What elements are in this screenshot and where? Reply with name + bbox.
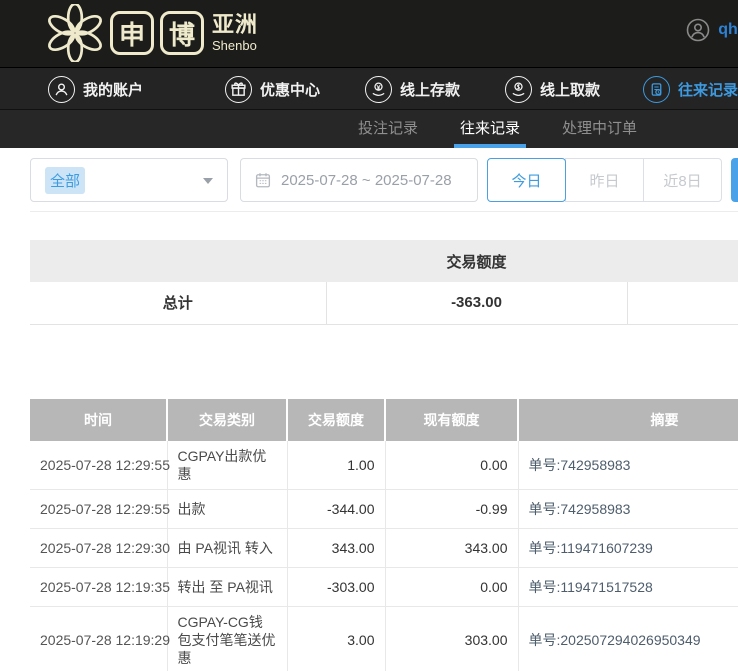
nav-item-label: 线上存款 <box>400 79 460 100</box>
col-header-balance: 现有额度 <box>385 399 518 441</box>
chevron-down-icon <box>203 178 213 184</box>
cell-time: 2025-07-28 12:29:30 <box>30 528 167 567</box>
summary-table: 交易额度 总计 -363.00 <box>30 240 738 325</box>
nav-item-label: 优惠中心 <box>260 79 320 100</box>
cell-summary: 单号:119471517528 <box>518 567 738 606</box>
site-header: 申 博 亚洲 Shenbo qhhw <box>0 0 738 68</box>
cell-type: CGPAY出款优惠 <box>167 441 287 490</box>
nav-item-promotions[interactable]: 优惠中心 <box>225 68 320 110</box>
cell-time: 2025-07-28 12:29:55 <box>30 489 167 528</box>
cell-balance: -0.99 <box>385 489 518 528</box>
summary-total-label: 总计 <box>30 282 326 324</box>
flower-logo-icon <box>46 4 104 62</box>
logo-char-shen: 申 <box>110 11 154 55</box>
records-table-body: 2025-07-28 12:29:55 CGPAY出款优惠 1.00 0.00 … <box>30 441 738 671</box>
username-label: qhhw <box>718 21 738 39</box>
filter-bar: 全部 2025-07-28 ~ 2025-07-28 今日 昨日 近8日 <box>30 158 738 202</box>
cell-balance: 343.00 <box>385 528 518 567</box>
summary-header-row: 交易额度 <box>30 240 738 282</box>
withdraw-coin-icon <box>505 76 532 103</box>
cell-amount: -303.00 <box>287 567 385 606</box>
yesterday-button[interactable]: 昨日 <box>565 158 644 202</box>
quick-date-buttons: 今日 昨日 近8日 <box>487 158 722 202</box>
summary-total-row: 总计 -363.00 <box>30 282 738 324</box>
table-row: 2025-07-28 12:29:30 由 PA视讯 转入 343.00 343… <box>30 528 738 567</box>
cell-time: 2025-07-28 12:19:29 <box>30 606 167 671</box>
cell-time: 2025-07-28 12:29:55 <box>30 441 167 490</box>
table-row: 2025-07-28 12:19:35 转出 至 PA视讯 -303.00 0.… <box>30 567 738 606</box>
cell-time: 2025-07-28 12:19:35 <box>30 567 167 606</box>
col-header-time: 时间 <box>30 399 167 441</box>
nav-item-my-account[interactable]: 我的账户 <box>48 68 143 110</box>
nav-item-label: 我的账户 <box>83 79 143 100</box>
cell-type: CGPAY-CG钱包支付笔笔送优惠 <box>167 606 287 671</box>
last-8-days-button[interactable]: 近8日 <box>643 158 722 202</box>
table-row: 2025-07-28 12:29:55 出款 -344.00 -0.99 单号:… <box>30 489 738 528</box>
deposit-coin-icon <box>365 76 392 103</box>
nav-item-transaction-records[interactable]: 往来记录 <box>643 68 738 110</box>
brand-logo[interactable]: 申 博 亚洲 Shenbo <box>46 4 258 62</box>
cell-summary: 单号:119471607239 <box>518 528 738 567</box>
cell-amount: 343.00 <box>287 528 385 567</box>
main-nav: 我的账户 优惠中心 线上存款 线上取款 往来记录 <box>0 68 738 110</box>
col-header-amount: 交易额度 <box>287 399 385 441</box>
cell-balance: 0.00 <box>385 567 518 606</box>
logo-region: 亚洲 Shenbo <box>212 14 258 52</box>
category-select[interactable]: 全部 <box>30 158 228 202</box>
cell-balance: 303.00 <box>385 606 518 671</box>
tab-betting-records[interactable]: 投注记录 <box>352 110 424 148</box>
cell-amount: 3.00 <box>287 606 385 671</box>
tab-processing-orders[interactable]: 处理中订单 <box>556 110 643 148</box>
sub-nav: 投注记录 往来记录 处理中订单 <box>0 110 738 148</box>
date-range-input[interactable]: 2025-07-28 ~ 2025-07-28 <box>240 158 478 202</box>
cell-amount: -344.00 <box>287 489 385 528</box>
summary-header-empty <box>627 240 738 282</box>
cell-type: 出款 <box>167 489 287 528</box>
cell-balance: 0.00 <box>385 441 518 490</box>
summary-total-value: -363.00 <box>326 282 627 324</box>
cell-summary: 单号:742958983 <box>518 441 738 490</box>
logo-char-bo: 博 <box>160 11 204 55</box>
calendar-icon <box>254 171 272 189</box>
user-avatar-icon <box>686 18 710 42</box>
cell-type: 由 PA视讯 转入 <box>167 528 287 567</box>
summary-header-amount: 交易额度 <box>326 240 627 282</box>
logo-region-en: Shenbo <box>212 39 258 52</box>
nav-item-withdraw[interactable]: 线上取款 <box>505 68 600 110</box>
nav-item-deposit[interactable]: 线上存款 <box>365 68 460 110</box>
records-header-row: 时间 交易类别 交易额度 现有额度 摘要 <box>30 399 738 441</box>
cell-type: 转出 至 PA视讯 <box>167 567 287 606</box>
search-button[interactable] <box>731 158 738 202</box>
section-divider <box>30 211 738 212</box>
category-select-value: 全部 <box>45 167 85 194</box>
records-icon <box>643 76 670 103</box>
user-icon <box>48 76 75 103</box>
tab-transaction-records[interactable]: 往来记录 <box>454 110 526 148</box>
col-header-type: 交易类别 <box>167 399 287 441</box>
logo-region-cn: 亚洲 <box>212 14 258 36</box>
records-table: 时间 交易类别 交易额度 现有额度 摘要 2025-07-28 12:29:55… <box>30 399 738 671</box>
cell-amount: 1.00 <box>287 441 385 490</box>
nav-item-label: 往来记录 <box>678 79 738 100</box>
summary-empty-cell <box>627 282 738 324</box>
table-row: 2025-07-28 12:19:29 CGPAY-CG钱包支付笔笔送优惠 3.… <box>30 606 738 671</box>
date-range-value: 2025-07-28 ~ 2025-07-28 <box>281 172 452 189</box>
table-row: 2025-07-28 12:29:55 CGPAY出款优惠 1.00 0.00 … <box>30 441 738 490</box>
col-header-summary: 摘要 <box>518 399 738 441</box>
nav-item-label: 线上取款 <box>540 79 600 100</box>
cell-summary: 单号:742958983 <box>518 489 738 528</box>
summary-header-empty <box>30 240 326 282</box>
gift-icon <box>225 76 252 103</box>
user-account[interactable]: qhhw <box>686 18 738 42</box>
today-button[interactable]: 今日 <box>487 158 566 202</box>
cell-summary: 单号:202507294026950349 <box>518 606 738 671</box>
